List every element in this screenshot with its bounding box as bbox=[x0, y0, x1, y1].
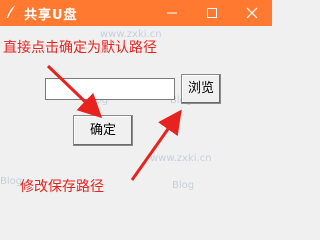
window-title: 共享U盘 bbox=[24, 8, 78, 23]
minimize-button[interactable] bbox=[152, 0, 192, 26]
watermark: Blog bbox=[172, 180, 195, 191]
browse-button[interactable]: 浏览 bbox=[181, 74, 221, 104]
arrow-to-browse bbox=[130, 109, 182, 181]
path-input[interactable] bbox=[45, 78, 175, 100]
window-client-area: www.zxki.cn Blog Blog www.zxki.cn Blog B… bbox=[0, 26, 272, 206]
close-icon bbox=[246, 7, 258, 19]
maximize-button[interactable] bbox=[192, 0, 232, 26]
minimize-icon bbox=[167, 12, 177, 14]
annotation-default-path: 直接点击确定为默认路径 bbox=[3, 40, 157, 56]
title-bar: 共享U盘 bbox=[0, 0, 272, 26]
watermark: www.zxki.cn bbox=[150, 153, 212, 164]
maximize-icon bbox=[207, 8, 217, 18]
watermark: Blog bbox=[0, 176, 23, 187]
confirm-button[interactable]: 确定 bbox=[73, 115, 133, 146]
annotation-modify-path: 修改保存路径 bbox=[20, 179, 104, 195]
close-button[interactable] bbox=[232, 0, 272, 26]
feather-icon bbox=[7, 4, 17, 18]
